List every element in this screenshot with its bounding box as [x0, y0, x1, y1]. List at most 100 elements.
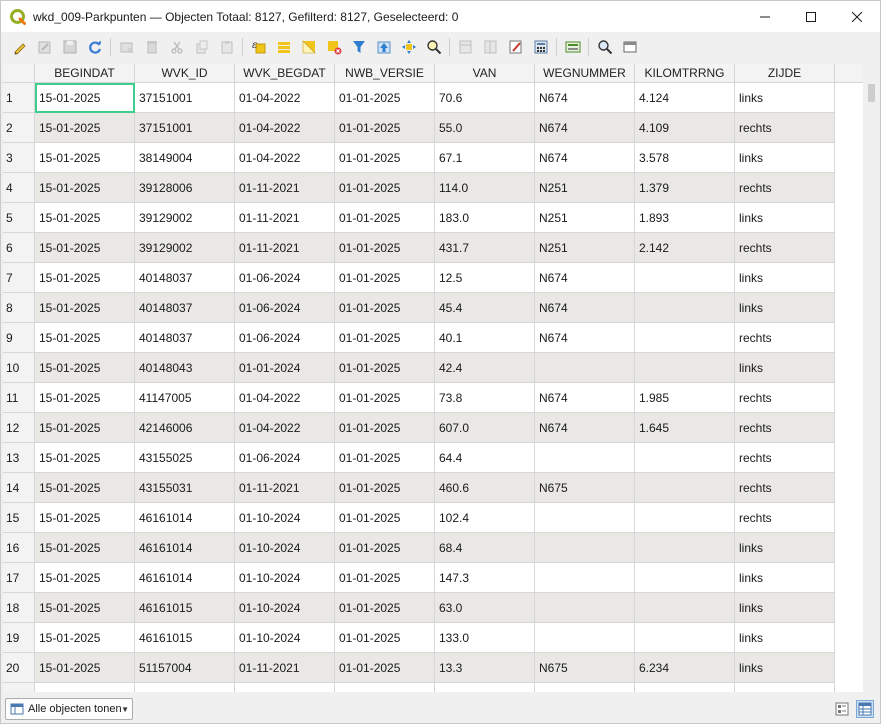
table-cell-nwb-versie[interactable] [335, 683, 435, 692]
row-header[interactable]: 6 [3, 233, 35, 263]
table-cell-wvk-id[interactable]: 39129002 [135, 203, 235, 233]
attribute-table[interactable]: BEGINDAT WVK_ID WVK_BEGDAT NWB_VERSIE VA… [3, 64, 866, 692]
select-all-button[interactable] [271, 35, 296, 59]
table-cell-wvk-begdat[interactable]: 01-10-2024 [235, 623, 335, 653]
table-cell-nwb-versie[interactable]: 01-01-2025 [335, 203, 435, 233]
table-cell-begindat[interactable]: 15-01-2025 [35, 203, 135, 233]
row-header[interactable]: 7 [3, 263, 35, 293]
table-cell-nwb-versie[interactable]: 01-01-2025 [335, 593, 435, 623]
table-cell-wegnummer[interactable]: N674 [535, 293, 635, 323]
organize-columns-button[interactable] [560, 35, 585, 59]
save-edits-button[interactable] [57, 35, 82, 59]
table-cell-nwb-versie[interactable]: 01-01-2025 [335, 353, 435, 383]
maximize-button[interactable] [788, 1, 834, 32]
table-cell-wvk-id[interactable]: 40148037 [135, 263, 235, 293]
table-cell-nwb-versie[interactable]: 01-01-2025 [335, 473, 435, 503]
table-cell-wvk-begdat[interactable]: 01-01-2024 [235, 353, 335, 383]
column-header[interactable]: BEGINDAT [35, 64, 135, 83]
table-cell-zijde[interactable]: links [735, 563, 835, 593]
table-row[interactable]: 8 15-01-2025 40148037 01-06-2024 01-01-2025 4… [3, 293, 866, 323]
table-row[interactable]: 17 15-01-2025 46161014 01-10-2024 01-01-2025… [3, 563, 866, 593]
table-cell-wegnummer[interactable]: N674 [535, 413, 635, 443]
invert-selection-button[interactable] [296, 35, 321, 59]
filter-select-button[interactable] [346, 35, 371, 59]
table-row[interactable]: 18 15-01-2025 46161015 01-10-2024 01-01-2025… [3, 593, 866, 623]
table-cell-nwb-versie[interactable]: 01-01-2025 [335, 533, 435, 563]
table-cell-begindat[interactable] [35, 683, 135, 692]
table-row[interactable]: 13 15-01-2025 43155025 01-06-2024 01-01-2025… [3, 443, 866, 473]
table-cell-wvk-id[interactable]: 43155031 [135, 473, 235, 503]
table-cell-kilomtrrng[interactable] [635, 593, 735, 623]
reload-button[interactable] [82, 35, 107, 59]
close-button[interactable] [834, 1, 880, 32]
delete-field-button[interactable] [478, 35, 503, 59]
table-cell-begindat[interactable]: 15-01-2025 [35, 83, 135, 113]
table-cell-nwb-versie[interactable]: 01-01-2025 [335, 293, 435, 323]
table-cell-van[interactable]: 42.4 [435, 353, 535, 383]
table-row[interactable]: 11 15-01-2025 41147005 01-04-2022 01-01-2025… [3, 383, 866, 413]
table-cell-nwb-versie[interactable]: 01-01-2025 [335, 113, 435, 143]
table-cell-zijde[interactable]: links [735, 263, 835, 293]
table-cell-zijde[interactable]: rechts [735, 233, 835, 263]
row-header[interactable]: 8 [3, 293, 35, 323]
table-cell-wvk-begdat[interactable]: 01-10-2024 [235, 563, 335, 593]
table-cell-nwb-versie[interactable]: 01-01-2025 [335, 143, 435, 173]
table-cell-wvk-id[interactable]: 43155025 [135, 443, 235, 473]
table-cell-wvk-id[interactable]: 37151001 [135, 83, 235, 113]
zoom-to-selection-button[interactable] [421, 35, 446, 59]
table-cell-wegnummer[interactable] [535, 563, 635, 593]
table-cell-nwb-versie[interactable]: 01-01-2025 [335, 173, 435, 203]
table-cell-kilomtrrng[interactable]: 1.985 [635, 383, 735, 413]
row-header[interactable]: 14 [3, 473, 35, 503]
table-cell-wvk-begdat[interactable]: 01-11-2021 [235, 203, 335, 233]
table-cell-nwb-versie[interactable]: 01-01-2025 [335, 623, 435, 653]
row-header[interactable]: 2 [3, 113, 35, 143]
table-cell-wvk-id[interactable]: 39129002 [135, 233, 235, 263]
toggle-editing-button[interactable] [7, 35, 32, 59]
table-cell-van[interactable]: 12.5 [435, 263, 535, 293]
row-header[interactable]: 17 [3, 563, 35, 593]
table-cell-zijde[interactable] [735, 683, 835, 692]
table-cell-zijde[interactable]: links [735, 83, 835, 113]
table-cell-wegnummer[interactable]: N674 [535, 383, 635, 413]
table-cell-wegnummer[interactable] [535, 593, 635, 623]
row-header[interactable] [3, 683, 35, 692]
table-cell-nwb-versie[interactable]: 01-01-2025 [335, 653, 435, 683]
dock-button[interactable] [617, 35, 642, 59]
table-cell-zijde[interactable]: links [735, 593, 835, 623]
new-field-button[interactable] [453, 35, 478, 59]
row-header[interactable]: 10 [3, 353, 35, 383]
table-cell-van[interactable]: 147.3 [435, 563, 535, 593]
table-cell-nwb-versie[interactable]: 01-01-2025 [335, 323, 435, 353]
table-cell-wegnummer[interactable]: N251 [535, 233, 635, 263]
table-row[interactable]: 12 15-01-2025 42146006 01-04-2022 01-01-2025… [3, 413, 866, 443]
table-row[interactable]: 9 15-01-2025 40148037 01-06-2024 01-01-2025 4… [3, 323, 866, 353]
table-cell-zijde[interactable]: rechts [735, 413, 835, 443]
zoom-map-button[interactable] [592, 35, 617, 59]
table-cell-wvk-begdat[interactable]: 01-06-2024 [235, 323, 335, 353]
table-cell-kilomtrrng[interactable]: 2.142 [635, 233, 735, 263]
table-cell-van[interactable]: 431.7 [435, 233, 535, 263]
table-cell-begindat[interactable]: 15-01-2025 [35, 113, 135, 143]
table-cell-wvk-begdat[interactable]: 01-04-2022 [235, 143, 335, 173]
row-header[interactable]: 20 [3, 653, 35, 683]
table-row[interactable]: 16 15-01-2025 46161014 01-10-2024 01-01-2025… [3, 533, 866, 563]
table-cell-begindat[interactable]: 15-01-2025 [35, 263, 135, 293]
table-cell-wvk-id[interactable]: 38149004 [135, 143, 235, 173]
table-cell-van[interactable]: 40.1 [435, 323, 535, 353]
table-cell-kilomtrrng[interactable] [635, 563, 735, 593]
vertical-scrollbar[interactable] [863, 64, 880, 692]
table-cell-zijde[interactable]: links [735, 143, 835, 173]
table-cell-wegnummer[interactable] [535, 623, 635, 653]
feature-filter-dropdown[interactable]: Alle objecten tonen ▼ [5, 698, 133, 720]
table-cell-van[interactable]: 607.0 [435, 413, 535, 443]
table-cell-wvk-id[interactable]: 42146006 [135, 413, 235, 443]
conditional-formatting-button[interactable] [503, 35, 528, 59]
table-cell-begindat[interactable]: 15-01-2025 [35, 533, 135, 563]
table-cell-nwb-versie[interactable]: 01-01-2025 [335, 413, 435, 443]
table-cell-wegnummer[interactable]: N251 [535, 203, 635, 233]
table-cell-kilomtrrng[interactable]: 4.124 [635, 83, 735, 113]
table-cell-begindat[interactable]: 15-01-2025 [35, 143, 135, 173]
table-cell-van[interactable]: 133.0 [435, 623, 535, 653]
corner-header[interactable] [3, 64, 35, 83]
